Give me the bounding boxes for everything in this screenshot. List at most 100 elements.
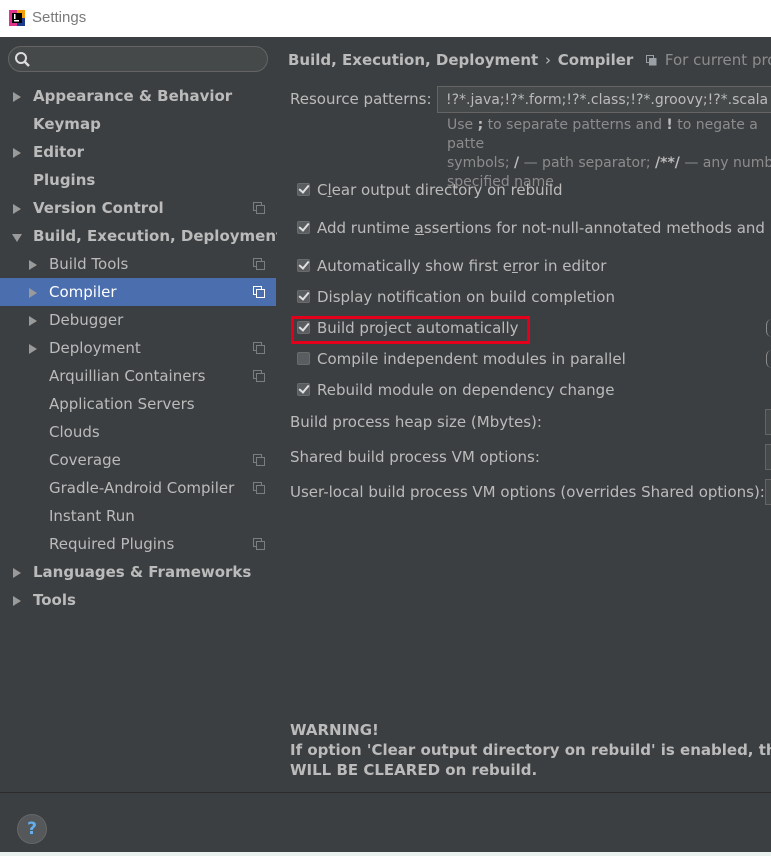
chevron-right-icon[interactable] — [13, 204, 21, 214]
project-scope-icon — [646, 55, 657, 66]
sidebar-item-build-tools[interactable]: Build Tools — [0, 250, 276, 278]
user-vm-options-input[interactable] — [765, 479, 771, 505]
sidebar-item-tools[interactable]: Tools — [0, 586, 276, 614]
sidebar-item-label: Plugins — [33, 171, 96, 189]
highlight-box — [291, 316, 530, 344]
checkbox-label: Clear output directory on rebuild — [317, 181, 563, 199]
sidebar-item-plugins[interactable]: Plugins — [0, 166, 276, 194]
title-bar: Settings — [0, 0, 771, 37]
sidebar-item-label: Build Tools — [49, 255, 129, 273]
project-scope-icon — [253, 370, 265, 382]
chevron-right-icon[interactable] — [13, 148, 21, 158]
truncated-note-edge — [766, 319, 771, 337]
chevron-right-icon[interactable] — [13, 92, 21, 102]
search-icon — [15, 52, 30, 67]
sidebar-item-instant-run[interactable]: Instant Run — [0, 502, 276, 530]
sidebar-item-label: Deployment — [49, 339, 141, 357]
checkbox-checked[interactable] — [297, 259, 310, 272]
project-scope-icon — [253, 258, 265, 270]
window-bottom-edge — [0, 852, 771, 856]
sidebar-item-label: Build, Execution, Deployment — [33, 227, 284, 245]
sidebar-item-label: Clouds — [49, 423, 100, 441]
resource-patterns-label: Resource patterns: — [290, 90, 432, 108]
sidebar-item-deployment[interactable]: Deployment — [0, 334, 276, 362]
sidebar-item-debugger[interactable]: Debugger — [0, 306, 276, 334]
warning-line-1: If option 'Clear output directory on reb… — [290, 741, 771, 759]
warning-title: WARNING! — [290, 721, 379, 739]
project-scope-icon — [253, 482, 265, 494]
chevron-right-icon[interactable] — [13, 596, 21, 606]
breadcrumb-path[interactable]: Build, Execution, Deployment — [288, 51, 538, 69]
sidebar-item-required-plugins[interactable]: Required Plugins — [0, 530, 276, 558]
sidebar-item-clouds[interactable]: Clouds — [0, 418, 276, 446]
chevron-down-icon[interactable] — [12, 234, 22, 242]
sidebar-item-version-control[interactable]: Version Control — [0, 194, 276, 222]
sidebar-item-coverage[interactable]: Coverage — [0, 446, 276, 474]
chevron-right-icon[interactable] — [29, 344, 37, 354]
compiler-settings-panel: Build, Execution, Deployment › Compiler … — [277, 37, 771, 792]
truncated-note-edge — [766, 350, 771, 368]
breadcrumb-current: Compiler — [557, 51, 634, 69]
window-title: Settings — [32, 9, 87, 26]
shared-vm-options-label: Shared build process VM options: — [290, 448, 540, 466]
heap-size-input[interactable] — [765, 409, 771, 435]
sidebar-item-application-servers[interactable]: Application Servers — [0, 390, 276, 418]
search-input[interactable] — [35, 49, 260, 69]
intellij-app-icon — [9, 10, 25, 26]
checkbox-checked[interactable] — [297, 290, 310, 303]
chevron-right-icon[interactable] — [29, 260, 37, 270]
project-scope-icon — [253, 342, 265, 354]
heap-size-label: Build process heap size (Mbytes): — [290, 413, 542, 431]
sidebar-item-label: Coverage — [49, 451, 121, 469]
chevron-right-icon[interactable] — [29, 288, 37, 298]
checkbox-label: Display notification on build completion — [317, 288, 615, 306]
checkbox-label: Compile independent modules in parallel — [317, 350, 626, 368]
sidebar-item-editor[interactable]: Editor — [0, 138, 276, 166]
checkbox-checked[interactable] — [297, 383, 310, 396]
settings-sidebar: Appearance & Behavior Keymap Editor Plugins… — [0, 37, 283, 792]
checkbox-label: Rebuild module on dependency change — [317, 381, 615, 399]
project-scope-icon — [253, 454, 265, 466]
warning-line-2: WILL BE CLEARED on rebuild. — [290, 761, 538, 779]
checkbox-label: Automatically show first error in editor — [317, 257, 607, 275]
project-scope-icon — [253, 286, 265, 298]
sidebar-item-label: Required Plugins — [49, 535, 175, 553]
sidebar-item-build-execution-deployment[interactable]: Build, Execution, Deployment — [0, 222, 283, 250]
sidebar-item-compiler[interactable]: Compiler — [0, 278, 276, 306]
sidebar-item-label: Arquillian Containers — [49, 367, 206, 385]
breadcrumb-separator: › — [544, 51, 551, 69]
sidebar-item-gradle-android-compiler[interactable]: Gradle-Android Compiler — [0, 474, 276, 502]
sidebar-item-label: Debugger — [49, 311, 124, 329]
help-button[interactable]: ? — [17, 814, 47, 844]
sidebar-item-label: Compiler — [49, 283, 117, 301]
project-scope-icon — [253, 538, 265, 550]
dialog-footer: ? — [0, 792, 771, 856]
for-current-project-label: For current project — [664, 51, 771, 69]
sidebar-item-label: Instant Run — [49, 507, 135, 525]
settings-search[interactable] — [8, 46, 268, 72]
sidebar-item-label: Gradle-Android Compiler — [49, 479, 235, 497]
sidebar-item-label: Keymap — [33, 115, 101, 133]
sidebar-item-languages-frameworks[interactable]: Languages & Frameworks — [0, 558, 276, 586]
resource-patterns-input[interactable] — [437, 86, 771, 113]
chevron-right-icon[interactable] — [29, 316, 37, 326]
checkbox-checked[interactable] — [297, 221, 310, 234]
shared-vm-options-input[interactable] — [765, 444, 771, 470]
sidebar-item-label: Editor — [33, 143, 84, 161]
sidebar-item-label: Tools — [33, 591, 76, 609]
sidebar-item-keymap[interactable]: Keymap — [0, 110, 276, 138]
sidebar-item-arquillian-containers[interactable]: Arquillian Containers — [0, 362, 276, 390]
warning-message: WARNING! If option 'Clear output directo… — [290, 720, 771, 780]
sidebar-item-appearance-behavior[interactable]: Appearance & Behavior — [0, 82, 276, 110]
checkbox-label: Add runtime assertions for not-null-anno… — [317, 219, 771, 237]
sidebar-item-label: Appearance & Behavior — [33, 87, 233, 105]
sidebar-item-label: Languages & Frameworks — [33, 563, 252, 581]
checkbox-checked[interactable] — [297, 183, 310, 196]
chevron-right-icon[interactable] — [13, 568, 21, 578]
sidebar-item-label: Version Control — [33, 199, 164, 217]
project-scope-icon — [253, 202, 265, 214]
user-vm-options-label: User-local build process VM options (ove… — [290, 483, 765, 501]
breadcrumb: Build, Execution, Deployment › Compiler … — [288, 51, 771, 69]
checkbox-unchecked[interactable] — [297, 352, 310, 365]
sidebar-item-label: Application Servers — [49, 395, 195, 413]
